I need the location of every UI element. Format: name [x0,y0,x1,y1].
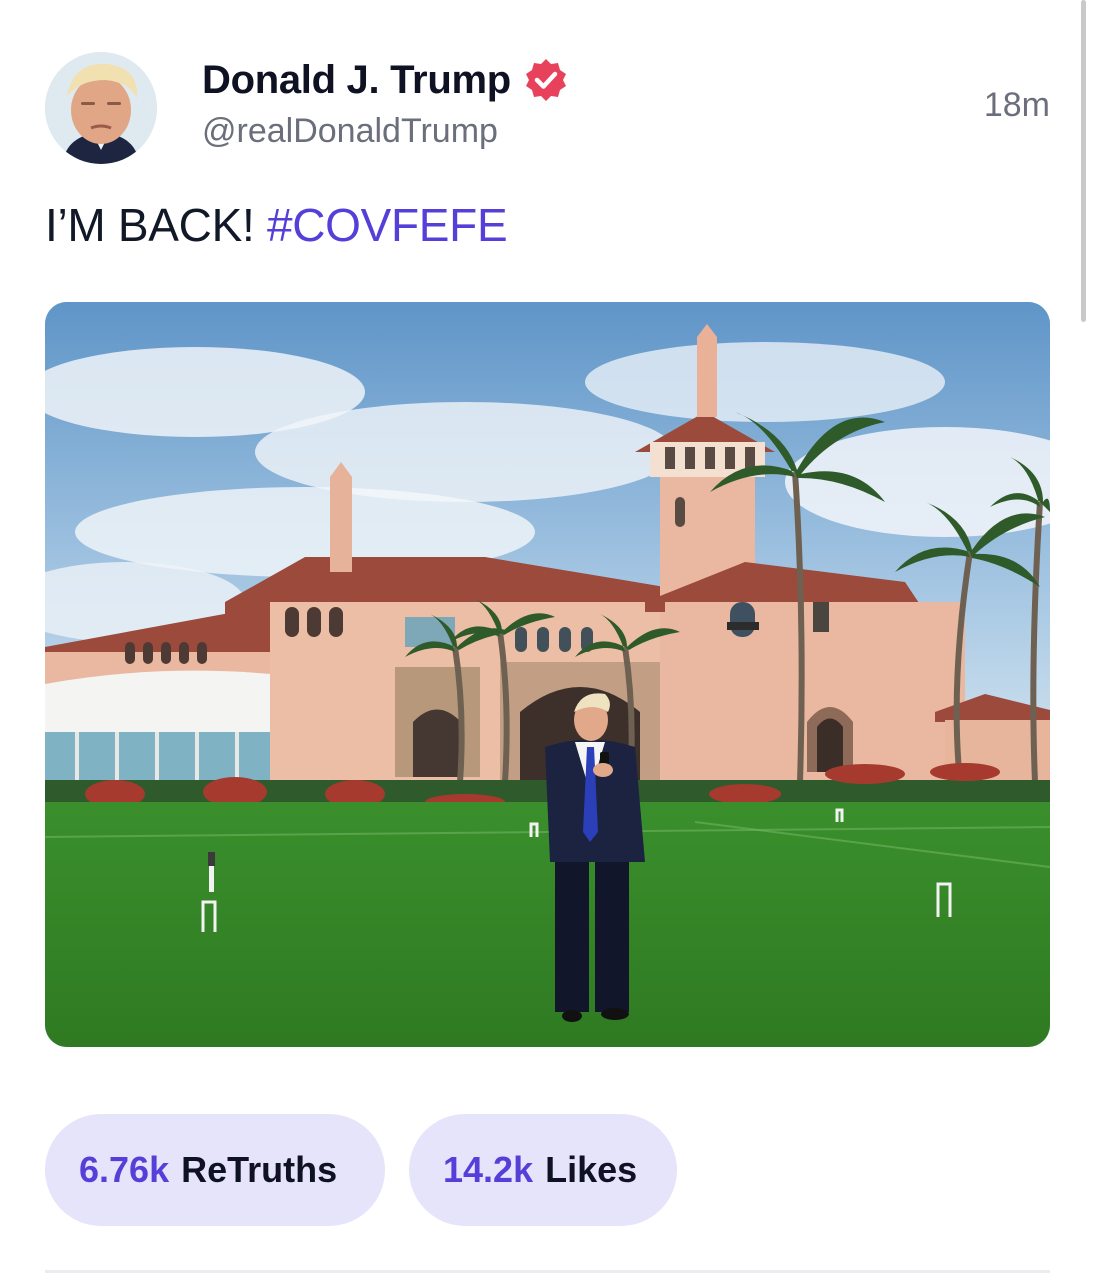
post-text: I’M BACK! #COVFEFE [45,198,508,252]
post-body-text: I’M BACK! [45,199,267,251]
retruths-button[interactable]: 6.76k ReTruths [45,1114,385,1226]
post-timestamp[interactable]: 18m [984,86,1050,125]
verified-badge-icon [523,57,569,103]
truth-post: Donald J. Trump @realDonaldTrump 18m I’M… [45,0,1050,1280]
likes-label: Likes [545,1149,638,1190]
likes-count: 14.2k [443,1149,534,1190]
author-names: Donald J. Trump @realDonaldTrump [202,54,569,151]
hashtag-link[interactable]: #COVFEFE [267,199,508,251]
post-divider [45,1270,1050,1273]
author-display-name[interactable]: Donald J. Trump [202,58,511,103]
retruths-label: ReTruths [181,1149,338,1190]
scrollbar[interactable] [1081,0,1086,322]
retruths-count: 6.76k [79,1149,170,1190]
author-avatar[interactable] [45,52,157,164]
author-handle[interactable]: @realDonaldTrump [202,112,569,151]
post-image[interactable] [45,302,1050,1047]
post-actions: 6.76k ReTruths 14.2k Likes [45,1114,677,1226]
likes-button[interactable]: 14.2k Likes [409,1114,677,1226]
post-header: Donald J. Trump @realDonaldTrump 18m [45,52,1050,164]
